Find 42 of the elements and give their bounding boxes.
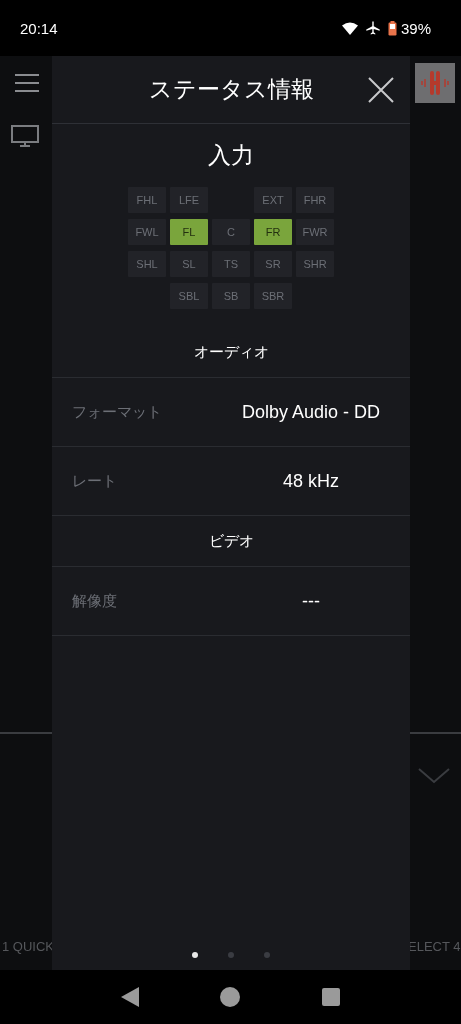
page-dot[interactable] bbox=[228, 952, 234, 958]
channel-indicator: TS bbox=[212, 251, 250, 277]
field-label: フォーマット bbox=[71, 402, 163, 422]
section-label: ビデオ bbox=[208, 531, 254, 551]
channel-indicator: SL bbox=[170, 251, 208, 277]
channel-indicator: SB bbox=[212, 283, 250, 309]
home-icon[interactable] bbox=[220, 987, 241, 1007]
field-label: レート bbox=[71, 471, 118, 491]
dialog-title: ステータス情報 bbox=[148, 75, 314, 104]
menu-icon[interactable] bbox=[15, 74, 39, 92]
back-icon[interactable] bbox=[120, 987, 139, 1007]
section-heading: 入力 bbox=[207, 141, 255, 170]
channel-indicator: SHR bbox=[296, 251, 334, 277]
section-label: オーディオ bbox=[193, 342, 269, 362]
battery-icon bbox=[387, 20, 397, 36]
channel-indicator: SHL bbox=[128, 251, 166, 277]
channel-indicator: SR bbox=[254, 251, 292, 277]
channel-indicator: EXT bbox=[254, 187, 292, 213]
close-icon[interactable] bbox=[368, 77, 394, 103]
channel-indicator: C bbox=[212, 219, 250, 245]
channel-indicator: SBL bbox=[170, 283, 208, 309]
page-dot[interactable] bbox=[192, 952, 198, 958]
channel-indicator: FHL bbox=[128, 187, 166, 213]
status-time: 20:14 bbox=[20, 19, 58, 37]
monitor-icon bbox=[11, 125, 39, 147]
channel-indicator: FWL bbox=[128, 219, 166, 245]
recents-icon[interactable] bbox=[322, 988, 341, 1006]
channel-indicator: FHR bbox=[296, 187, 334, 213]
channel-indicator: FWR bbox=[296, 219, 334, 245]
airplane-icon bbox=[365, 21, 380, 35]
battery-level: 39% bbox=[400, 19, 431, 37]
channel-indicator: LFE bbox=[170, 187, 208, 213]
wifi-icon bbox=[341, 21, 358, 35]
field-label: 解像度 bbox=[71, 591, 118, 611]
field-value: 48 kHz bbox=[282, 470, 340, 492]
field-value: Dolby Audio - DD bbox=[240, 401, 382, 423]
background-label: 1 QUICK bbox=[2, 939, 54, 954]
channel-indicator: FR bbox=[254, 219, 292, 245]
field-value: --- bbox=[301, 590, 321, 612]
page-dot[interactable] bbox=[264, 952, 270, 958]
channel-indicator: FL bbox=[170, 219, 208, 245]
channel-indicator: SBR bbox=[254, 283, 292, 309]
